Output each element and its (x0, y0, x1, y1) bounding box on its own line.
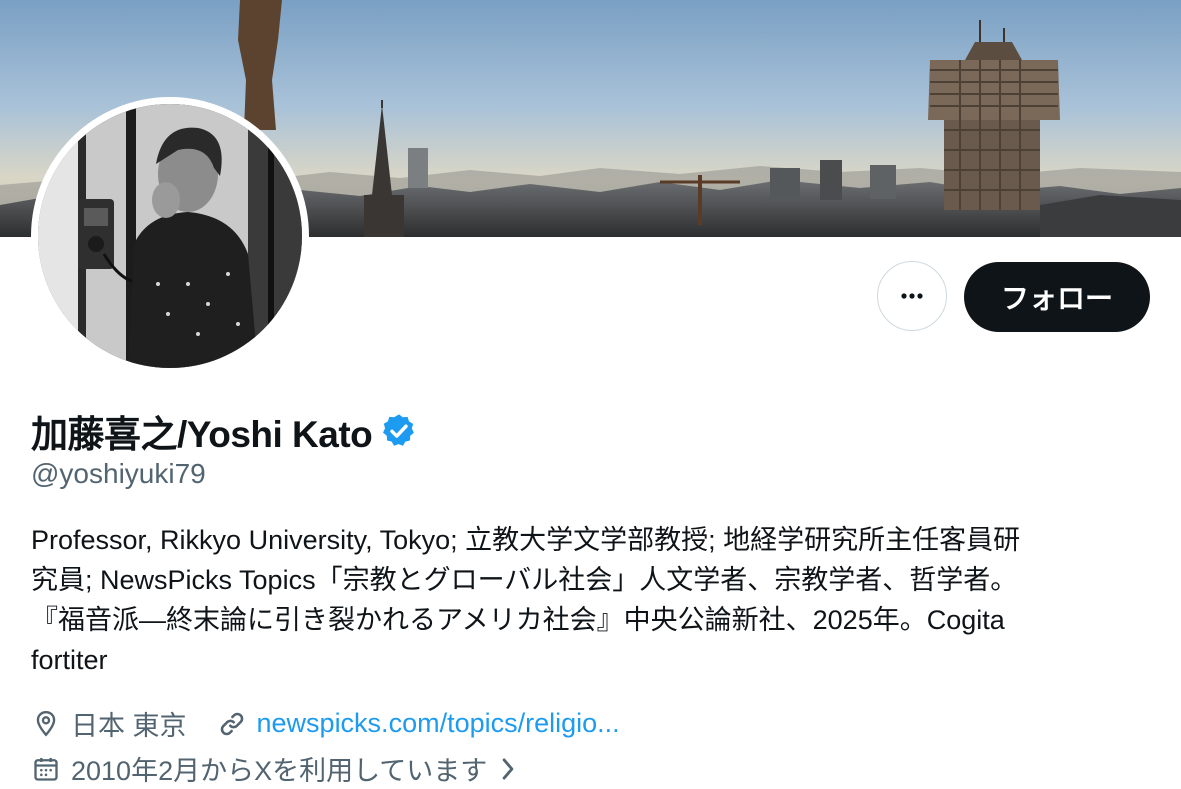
follow-button[interactable]: フォロー (964, 262, 1150, 332)
user-handle: @yoshiyuki79 (31, 458, 206, 489)
avatar-image (38, 104, 302, 368)
profile-meta-joined-row: 2010年2月からXを利用しています (31, 749, 523, 788)
joined-text[interactable]: 2010年2月からXを利用しています (71, 749, 487, 788)
follow-button-label: フォロー (1000, 283, 1113, 314)
verified-badge-icon[interactable] (380, 412, 418, 450)
link-icon (217, 709, 247, 739)
bio-line: 究員; NewsPicks Topics「宗教とグローバル社会」人文学者、宗教学… (31, 565, 1018, 595)
avatar[interactable] (31, 97, 309, 375)
display-name: 加藤喜之/Yoshi Kato (31, 414, 373, 455)
bio-line: fortiter (31, 645, 108, 675)
website-item: newspicks.com/topics/religio... (217, 708, 620, 739)
location-pin-icon (31, 709, 61, 739)
more-options-button[interactable] (877, 261, 947, 331)
location-text: 日本 東京 (71, 711, 187, 741)
bio-line: Professor, Rikkyo University, Tokyo; 立教大… (31, 525, 1021, 555)
calendar-icon (31, 754, 61, 784)
profile-meta-location-row: 日本 東京 newspicks.com/topics/religio... (31, 704, 620, 743)
profile-bio: Professor, Rikkyo University, Tokyo; 立教大… (31, 520, 1141, 680)
website-link[interactable]: newspicks.com/topics/religio... (257, 708, 620, 739)
more-dots-icon (901, 293, 923, 299)
profile-page: フォロー 加藤喜之/Yoshi Kato @yoshiyuki79 Profes… (0, 0, 1181, 789)
name-row: 加藤喜之/Yoshi Kato (31, 404, 418, 458)
bio-line: 『福音派―終末論に引き裂かれるアメリカ社会』中央公論新社、2025年。Cogit… (31, 605, 1005, 635)
chevron-right-icon[interactable] (493, 754, 523, 784)
